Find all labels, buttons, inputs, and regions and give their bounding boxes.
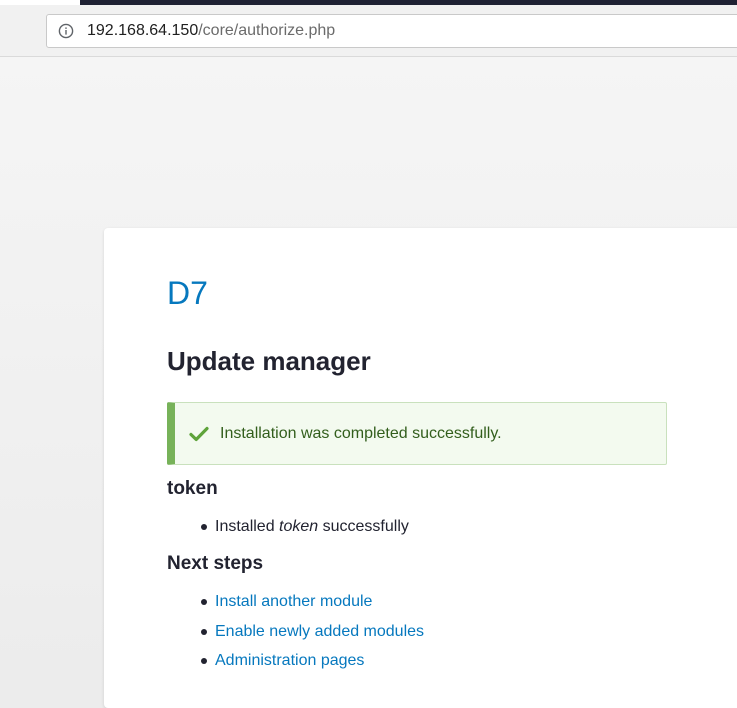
next-steps-list: Install another module Enable newly adde… [200, 593, 424, 682]
browser-toolbar: 192.168.64.150/core/authorize.php [0, 5, 737, 57]
list-item: Enable newly added modules [200, 623, 424, 653]
module-result-list: Installed token successfully [200, 518, 409, 548]
list-item: Administration pages [200, 652, 424, 682]
page-background: D7 Update manager Installation was compl… [0, 57, 737, 708]
result-prefix: Installed [215, 518, 280, 535]
address-host: 192.168.64.150 [87, 22, 199, 39]
address-bar[interactable]: 192.168.64.150/core/authorize.php [46, 14, 737, 48]
site-name[interactable]: D7 [167, 275, 208, 312]
administration-pages-link[interactable]: Administration pages [215, 652, 364, 669]
content-card: D7 Update manager Installation was compl… [104, 228, 737, 708]
enable-modules-link[interactable]: Enable newly added modules [215, 623, 424, 640]
list-item: Installed token successfully [200, 518, 409, 548]
list-item: Install another module [200, 593, 424, 623]
next-steps-heading: Next steps [167, 553, 264, 574]
status-message: Installation was completed successfully. [167, 402, 667, 465]
address-path: /core/authorize.php [198, 22, 336, 39]
module-heading: token [167, 478, 218, 499]
info-icon[interactable] [58, 23, 74, 39]
result-suffix: successfully [318, 518, 409, 535]
page-title: Update manager [167, 346, 371, 376]
status-text: Installation was completed successfully. [220, 425, 502, 442]
module-name: token [279, 518, 319, 535]
check-icon [189, 425, 209, 443]
install-another-module-link[interactable]: Install another module [215, 593, 372, 610]
address-url[interactable]: 192.168.64.150/core/authorize.php [87, 22, 335, 40]
